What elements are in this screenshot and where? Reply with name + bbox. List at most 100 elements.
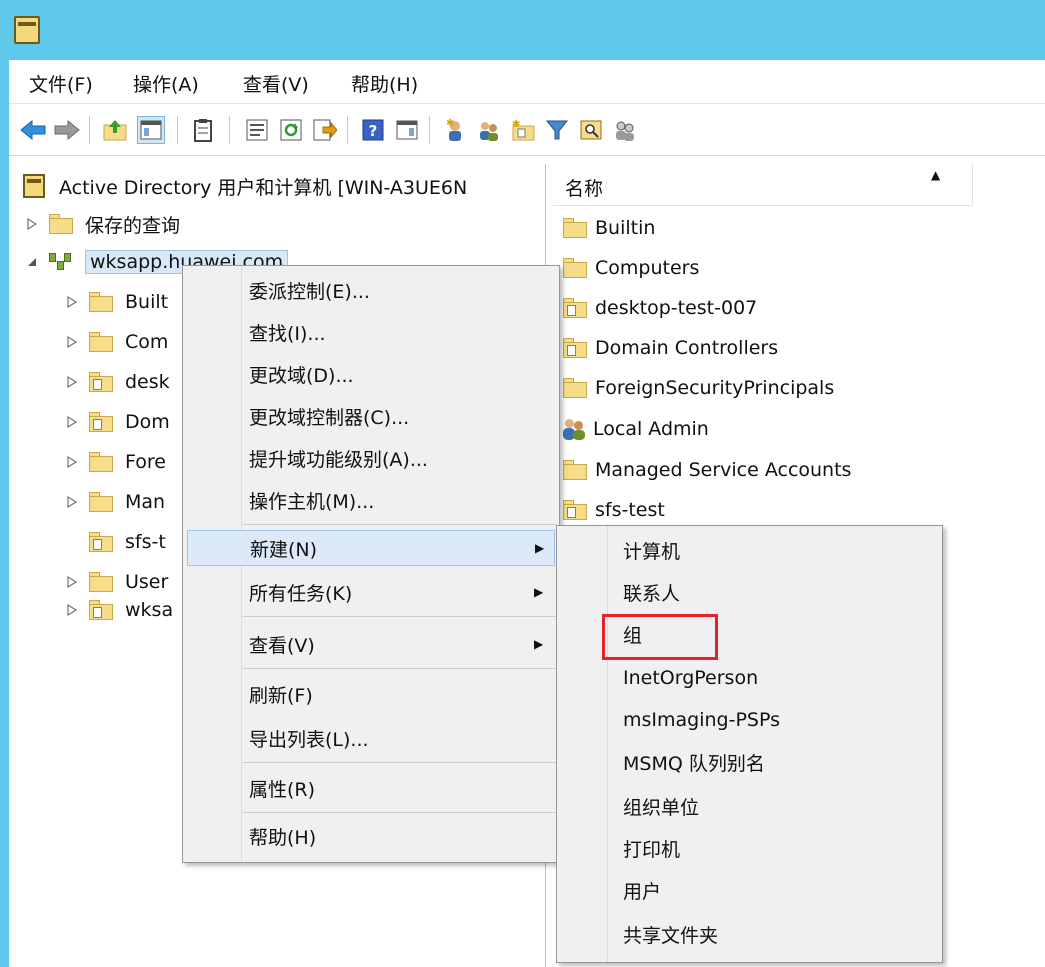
tree-item-desktop[interactable]: desk [65,364,170,400]
tree-item-label: wksa [125,599,174,621]
list-item-label: desktop-test-007 [595,297,758,319]
back-arrow-icon[interactable] [19,116,47,144]
tree-root[interactable]: Active Directory 用户和计算机 [WIN-A3UE6N [23,168,467,204]
ou-icon [89,412,113,432]
submenu-item-printer[interactable]: 打印机 [623,830,680,866]
submenu-item-ou[interactable]: 组织单位 [623,788,699,824]
column-header-name[interactable]: 名称 ▲ [553,164,973,206]
expand-arrow-icon[interactable] [65,375,79,389]
toolbar: ? ✱ ✱ [9,104,1045,156]
menu-separator [243,524,557,525]
menu-help[interactable]: 帮助(H) [351,70,418,97]
folder-icon [89,572,113,592]
list-item-sfs[interactable]: sfs-test [563,492,665,528]
folder-icon [563,218,587,238]
menu-item-find[interactable]: 查找(I)... [183,314,559,350]
domain-icon [49,251,73,273]
menu-item-export-list[interactable]: 导出列表(L)... [183,720,559,756]
collapse-arrow-icon[interactable] [25,255,39,269]
ou-icon [89,372,113,392]
group-icon [563,418,587,440]
ou-icon [89,600,113,620]
menu-item-new[interactable]: 新建(N) ▶ [187,530,555,566]
menu-item-raise-level[interactable]: 提升域功能级别(A)... [183,440,559,476]
tree-item-label: Man [125,491,166,513]
folder-icon [563,460,587,480]
action-pane-icon[interactable] [393,116,421,144]
expand-arrow-icon[interactable] [65,455,79,469]
find-icon[interactable] [577,116,605,144]
list-item-local-admin[interactable]: Local Admin [563,411,709,447]
toolbar-separator [347,116,348,144]
menu-item-view[interactable]: 查看(V) ▶ [183,626,559,662]
expand-arrow-icon[interactable] [65,335,79,349]
menu-item-refresh[interactable]: 刷新(F) [183,676,559,712]
menu-gutter [607,526,608,962]
filter-icon[interactable] [543,116,571,144]
submenu-item-user[interactable]: 用户 [623,872,661,908]
sort-ascending-icon: ▲ [931,168,941,182]
menu-file[interactable]: 文件(F) [29,70,93,97]
submenu-item-msimaging[interactable]: msImaging-PSPs [623,702,780,738]
submenu-item-msmq[interactable]: MSMQ 队列别名 [623,744,765,780]
menu-item-change-dc[interactable]: 更改域控制器(C)... [183,398,559,434]
tree-item-foreign[interactable]: Fore [65,444,166,480]
menu-separator [243,762,557,763]
list-item-foreign[interactable]: ForeignSecurityPrincipals [563,370,834,406]
show-console-tree-icon[interactable] [137,116,165,144]
new-ou-icon[interactable]: ✱ [509,116,537,144]
tree-item-computers[interactable]: Com [65,324,168,360]
expand-arrow-icon[interactable] [65,575,79,589]
tree-item-domain-controllers[interactable]: Dom [65,404,170,440]
new-submenu: 计算机 联系人 组 InetOrgPerson msImaging-PSPs M… [556,525,943,963]
menu-item-delegate[interactable]: 委派控制(E)... [183,272,559,308]
ou-icon [563,500,587,520]
menu-action[interactable]: 操作(A) [133,70,199,97]
ou-icon [563,338,587,358]
tree-item-sfs[interactable]: sfs-t [89,524,166,560]
tree-item-label: 保存的查询 [85,214,181,237]
list-item-desktop[interactable]: desktop-test-007 [563,290,757,326]
submenu-item-shared-folder[interactable]: 共享文件夹 [623,916,718,952]
menu-item-properties[interactable]: 属性(R) [183,770,559,806]
expand-arrow-icon[interactable] [65,495,79,509]
help-icon[interactable]: ? [359,116,387,144]
list-item-computers[interactable]: Computers [563,250,699,286]
tree-item-managed[interactable]: Man [65,484,165,520]
submenu-item-inetorgperson[interactable]: InetOrgPerson [623,660,758,696]
expand-arrow-icon[interactable] [65,603,79,617]
app-icon [14,16,40,44]
list-item-label: ForeignSecurityPrincipals [595,377,835,399]
tree-item-builtin[interactable]: Built [65,284,168,320]
tree-item-saved-queries[interactable]: 保存的查询 [25,206,180,242]
list-item-builtin[interactable]: Builtin [563,210,655,246]
forward-arrow-icon[interactable] [53,116,81,144]
menu-item-help[interactable]: 帮助(H) [183,818,559,854]
list-item-managed[interactable]: Managed Service Accounts [563,452,851,488]
submenu-item-contact[interactable]: 联系人 [623,574,680,610]
export-list-icon[interactable] [311,116,339,144]
window-frame-left [0,0,9,967]
submenu-arrow-icon: ▶ [534,585,544,599]
menu-view[interactable]: 查看(V) [243,70,309,97]
list-item-domain-controllers[interactable]: Domain Controllers [563,330,778,366]
tree-item-wks[interactable]: wksa [65,592,173,628]
new-group-icon[interactable] [475,116,503,144]
refresh-icon[interactable] [277,116,305,144]
up-folder-icon[interactable] [101,116,129,144]
menu-item-change-domain[interactable]: 更改域(D)... [183,356,559,392]
expand-arrow-icon[interactable] [25,217,39,231]
submenu-item-computer[interactable]: 计算机 [623,532,680,568]
ou-icon [563,298,587,318]
properties-icon[interactable] [243,116,271,144]
clipboard-icon[interactable] [189,116,217,144]
expand-arrow-icon[interactable] [65,415,79,429]
folder-icon [49,214,73,234]
add-to-group-icon[interactable] [611,116,639,144]
expand-arrow-icon[interactable] [65,295,79,309]
ou-icon [89,532,113,552]
menu-item-all-tasks[interactable]: 所有任务(K) ▶ [183,574,559,610]
menu-item-operations-masters[interactable]: 操作主机(M)... [183,482,559,518]
new-user-icon[interactable]: ✱ [441,116,469,144]
svg-text:✱: ✱ [446,118,454,129]
